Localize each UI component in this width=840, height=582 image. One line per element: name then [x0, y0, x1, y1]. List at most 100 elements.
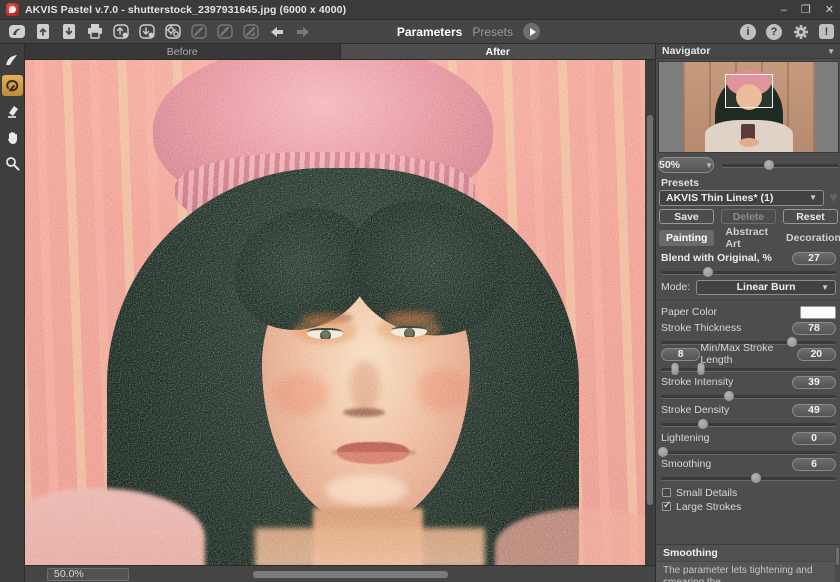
vertical-scroll-thumb[interactable]	[647, 115, 653, 505]
info-icon: i	[746, 26, 749, 38]
stroke-density-label: Stroke Density	[661, 404, 729, 416]
save-preset-button[interactable]: Save	[659, 209, 714, 224]
eraser-tool[interactable]	[2, 101, 23, 122]
save-image-button[interactable]	[58, 22, 80, 41]
chevron-down-icon: ▼	[809, 193, 817, 202]
zoom-slider-handle[interactable]	[764, 160, 774, 170]
close-button[interactable]: ✕	[825, 5, 834, 15]
minimize-button[interactable]: –	[781, 5, 787, 15]
max-stroke-handle[interactable]	[698, 363, 705, 375]
stroke-thickness-value[interactable]: 78	[792, 322, 836, 335]
undo-button[interactable]	[266, 22, 288, 41]
navigator-view-rectangle[interactable]	[725, 74, 773, 108]
minmax-stroke-label: Min/Max Stroke Length	[700, 342, 796, 366]
import-presets-button[interactable]	[110, 22, 132, 41]
preset-selected-value: AKVIS Thin Lines* (1)	[666, 192, 773, 204]
stroke-thickness-row: Stroke Thickness 78	[661, 321, 836, 335]
presets-mode-link[interactable]: Presets	[472, 25, 513, 39]
window-title: AKVIS Pastel v.7.0 - shutterstock_239793…	[25, 4, 346, 16]
preset-dropdown[interactable]: AKVIS Thin Lines* (1) ▼	[659, 190, 824, 206]
tool-panel	[0, 44, 25, 582]
help-button[interactable]: ?	[766, 24, 782, 40]
lightening-slider[interactable]	[661, 451, 836, 454]
reset-button[interactable]: Reset	[783, 209, 838, 224]
smoothing-label: Smoothing	[661, 458, 711, 470]
portrait-chin-highlight	[325, 475, 407, 505]
akvis-logo-button[interactable]	[6, 22, 28, 41]
tab-after[interactable]: After	[340, 44, 656, 59]
open-image-button[interactable]	[32, 22, 54, 41]
portrait-lips	[337, 442, 409, 464]
stroke-intensity-slider[interactable]	[661, 395, 836, 398]
navigator-header[interactable]: Navigator ▼	[656, 44, 840, 59]
export-presets-button[interactable]	[136, 22, 158, 41]
min-stroke-handle[interactable]	[672, 363, 679, 375]
hint-panel: Smoothing The parameter lets tightening …	[656, 544, 840, 582]
quick-preview-tool[interactable]	[2, 49, 23, 70]
tab-abstract-art[interactable]: Abstract Art	[718, 224, 775, 252]
redo-button	[292, 22, 314, 41]
app-icon	[6, 3, 19, 16]
blend-slider-handle[interactable]	[703, 267, 713, 277]
navigator-zoom-slider[interactable]	[722, 164, 839, 167]
stroke-density-slider[interactable]	[661, 423, 836, 426]
stroke-intensity-label: Stroke Intensity	[661, 376, 733, 388]
parameters-mode-link[interactable]: Parameters	[397, 25, 462, 39]
blend-mode-dropdown[interactable]: Linear Burn ▼	[696, 280, 836, 295]
preferences-button[interactable]	[792, 23, 809, 40]
lightening-slider-row	[661, 447, 836, 457]
min-stroke-value[interactable]: 8	[661, 348, 700, 361]
navigator-preview[interactable]	[658, 61, 839, 153]
print-button[interactable]	[84, 22, 106, 41]
portrait-nose	[350, 360, 380, 412]
stroke-thickness-label: Stroke Thickness	[661, 322, 741, 334]
blend-slider[interactable]	[661, 271, 836, 274]
blend-slider-row	[661, 267, 836, 277]
presets-label: Presets	[661, 177, 699, 189]
hint-scrollbar[interactable]	[835, 546, 840, 582]
stroke-density-value[interactable]: 49	[792, 404, 836, 417]
smoothing-handle[interactable]	[751, 473, 761, 483]
lightening-value[interactable]: 0	[792, 432, 836, 445]
preset-row: AKVIS Thin Lines* (1) ▼ ♥	[659, 189, 838, 206]
blend-mode-value: Linear Burn	[737, 281, 796, 293]
minmax-stroke-slider[interactable]	[661, 368, 836, 371]
gear-icon	[793, 24, 809, 40]
smudge-finger-icon	[5, 78, 20, 93]
navigator-zoom-row: 50% ▼	[658, 156, 839, 174]
batch-processing-button[interactable]	[162, 22, 184, 41]
stroke-intensity-handle[interactable]	[724, 391, 734, 401]
favorite-heart-icon[interactable]: ♥	[829, 191, 838, 205]
info-button[interactable]: i	[740, 24, 756, 40]
portrait-iris	[404, 328, 415, 337]
hand-icon	[5, 130, 20, 145]
smoothing-slider[interactable]	[661, 477, 836, 480]
zoom-level-button[interactable]: 50% ▼	[658, 157, 714, 173]
hand-tool[interactable]	[2, 127, 23, 148]
stroke-intensity-value[interactable]: 39	[792, 376, 836, 389]
smoothing-value[interactable]: 6	[792, 458, 836, 471]
maximize-button[interactable]: ❐	[801, 5, 811, 15]
run-processing-button[interactable]	[523, 23, 540, 40]
image-canvas[interactable]	[25, 60, 645, 565]
tab-decoration[interactable]: Decoration	[779, 230, 840, 246]
vertical-scrollbar[interactable]	[645, 60, 655, 565]
zoom-level-value: 50%	[659, 159, 680, 171]
paper-color-swatch[interactable]	[800, 306, 836, 319]
lightening-handle[interactable]	[658, 447, 668, 457]
max-stroke-value[interactable]: 20	[797, 348, 836, 361]
large-strokes-checkbox[interactable]	[662, 502, 671, 511]
smudge-tool[interactable]	[2, 75, 23, 96]
chevron-down-icon[interactable]: ▼	[827, 47, 835, 56]
blend-value[interactable]: 27	[792, 252, 836, 265]
horizontal-scroll-thumb[interactable]	[253, 571, 448, 578]
zoom-tool[interactable]	[2, 153, 23, 174]
small-details-checkbox[interactable]	[662, 488, 671, 497]
hint-scroll-thumb[interactable]	[836, 547, 839, 565]
stroke-density-handle[interactable]	[698, 419, 708, 429]
minmax-slider-row	[661, 364, 836, 374]
tab-painting[interactable]: Painting	[659, 230, 714, 246]
tab-before[interactable]: Before	[25, 44, 340, 59]
report-problem-button[interactable]: !	[819, 24, 834, 39]
smoothing-row: Smoothing 6	[661, 457, 836, 471]
